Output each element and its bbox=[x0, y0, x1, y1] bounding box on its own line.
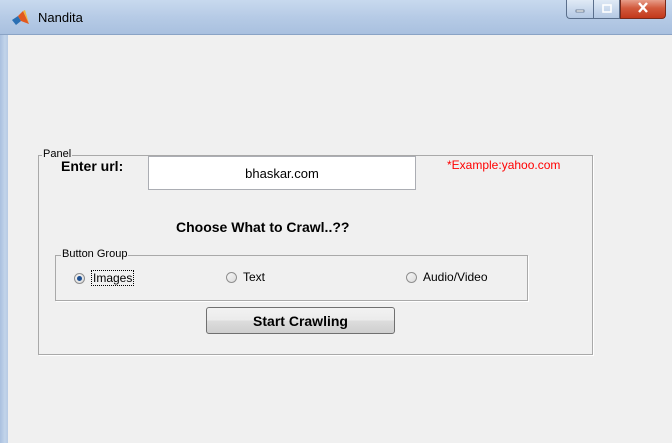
window-frame-left bbox=[0, 35, 8, 443]
button-group-title: Button Group bbox=[61, 248, 129, 260]
url-input[interactable] bbox=[148, 156, 416, 190]
minimize-icon bbox=[575, 0, 585, 18]
radio-unselected-icon bbox=[406, 271, 417, 283]
window-titlebar[interactable]: Nandita bbox=[0, 0, 672, 35]
start-crawling-button[interactable]: Start Crawling bbox=[206, 307, 395, 334]
radio-audio-video[interactable]: Audio/Video bbox=[406, 270, 488, 284]
maximize-button[interactable] bbox=[593, 0, 620, 19]
choose-heading: Choose What to Crawl..?? bbox=[176, 219, 350, 235]
radio-text-label: Text bbox=[243, 270, 266, 284]
window-controls bbox=[566, 0, 666, 20]
radio-images-label: Images bbox=[91, 270, 135, 286]
radio-selected-icon bbox=[74, 272, 85, 284]
url-label: Enter url: bbox=[61, 158, 124, 174]
maximize-icon bbox=[601, 0, 612, 18]
radio-text[interactable]: Text bbox=[226, 270, 265, 284]
close-button[interactable] bbox=[620, 0, 666, 19]
matlab-icon bbox=[12, 10, 30, 27]
radio-images[interactable]: Images bbox=[74, 270, 135, 286]
radio-audio-video-label: Audio/Video bbox=[423, 270, 488, 284]
close-icon bbox=[637, 0, 649, 18]
window-title: Nandita bbox=[38, 10, 83, 25]
example-hint: *Example:yahoo.com bbox=[447, 158, 561, 172]
minimize-button[interactable] bbox=[566, 0, 593, 19]
radio-unselected-icon bbox=[226, 271, 237, 283]
